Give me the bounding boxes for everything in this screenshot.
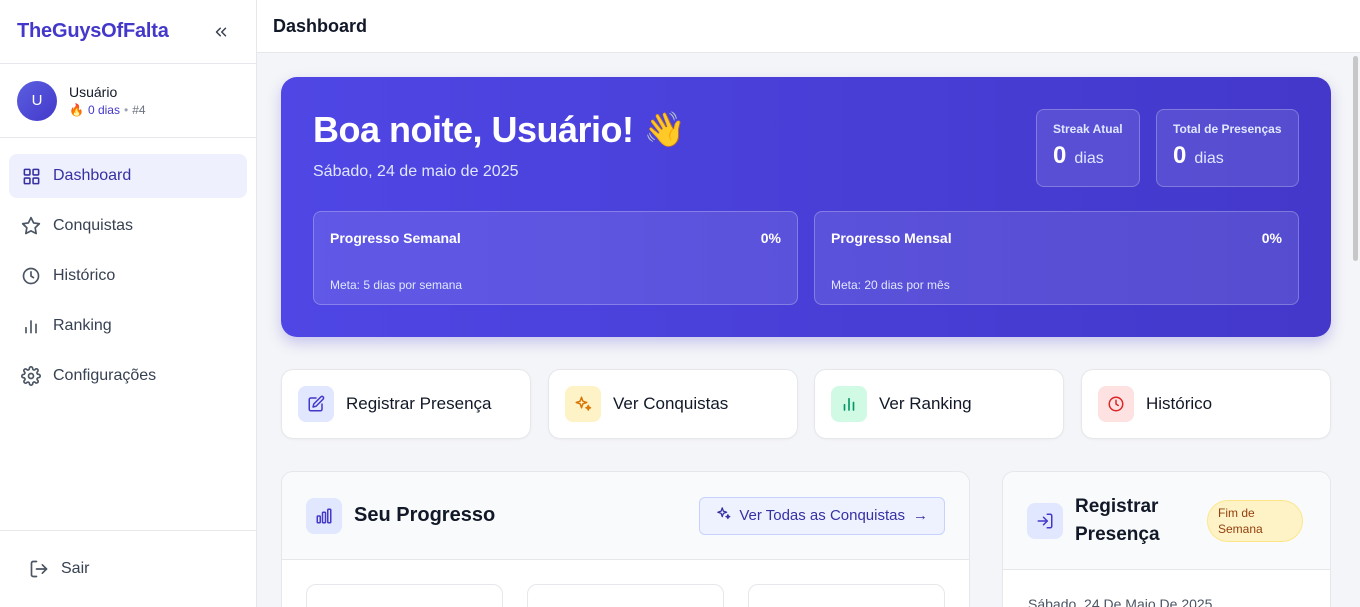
sparkles-icon	[716, 506, 731, 525]
progress-stat-card	[748, 584, 945, 607]
user-streak: 0 dias	[87, 103, 120, 117]
topbar: Dashboard	[257, 0, 1360, 53]
logout-button[interactable]: Sair	[0, 530, 256, 607]
stat-unit: dias	[1194, 150, 1224, 167]
progress-section: Seu Progresso Ver Todas as Conquistas →	[281, 471, 970, 607]
register-presence-action[interactable]: Registrar Presença	[281, 369, 531, 439]
sidebar-item-configuracoes[interactable]: Configurações	[9, 354, 247, 398]
logout-icon	[29, 559, 49, 579]
progress-percent: 0%	[760, 230, 781, 246]
gear-icon	[21, 366, 41, 386]
sidebar-item-conquistas[interactable]: Conquistas	[9, 204, 247, 248]
stat-label: Streak Atual	[1053, 122, 1123, 136]
progress-bar	[330, 256, 781, 260]
scrollbar-thumb[interactable]	[1353, 56, 1358, 261]
user-name: Usuário	[69, 84, 118, 100]
action-label: Ver Ranking	[879, 394, 972, 413]
action-label: Histórico	[1146, 394, 1213, 413]
progress-bar	[831, 256, 1282, 260]
brand-row: TheGuysOfFalta	[0, 0, 256, 64]
progress-section-header: Seu Progresso Ver Todas as Conquistas →	[282, 472, 969, 560]
view-achievements-action[interactable]: Ver Conquistas	[548, 369, 798, 439]
stat-unit: dias	[1074, 150, 1104, 167]
clock-icon	[21, 266, 41, 286]
weekend-badge: Fim de Semana	[1207, 499, 1303, 542]
bar-chart-icon	[831, 386, 867, 422]
view-ranking-action[interactable]: Ver Ranking	[814, 369, 1064, 439]
progress-meta: Meta: 5 dias por semana	[330, 278, 463, 292]
progress-stat-card	[527, 584, 724, 607]
user-profile[interactable]: U Usuário 🔥 0 dias • #4	[0, 64, 256, 138]
weekly-progress-card: Progresso Semanal 0% Meta: 5 dias por se…	[313, 211, 798, 305]
stat-value: 0	[1173, 142, 1187, 169]
bar-chart-icon	[306, 497, 342, 534]
user-meta: 🔥 0 dias • #4	[69, 103, 146, 117]
button-label: Ver Todas as Conquistas	[739, 507, 905, 524]
brand-logo[interactable]: TheGuysOfFalta	[17, 20, 169, 43]
progress-meta: Meta: 20 dias por mês	[831, 278, 950, 292]
collapse-sidebar-icon[interactable]	[210, 21, 232, 43]
section-title: Registrar Presença	[1075, 495, 1160, 545]
register-presence-section: Registrar Presença Fim de Semana Sábado,…	[1002, 471, 1331, 607]
star-icon	[21, 216, 41, 236]
avatar: U	[17, 80, 57, 121]
sidebar-item-label: Configurações	[53, 367, 157, 384]
fire-icon: 🔥	[69, 103, 84, 117]
grid-icon	[21, 166, 41, 186]
arrow-right-icon: →	[913, 507, 928, 524]
progress-label: Progresso Mensal	[831, 230, 952, 246]
sidebar: TheGuysOfFalta U Usuário 🔥 0 dias • #4 D…	[0, 0, 257, 607]
action-label: Registrar Presença	[346, 394, 492, 413]
separator-dot: •	[123, 103, 129, 117]
view-all-achievements-button[interactable]: Ver Todas as Conquistas →	[699, 496, 945, 535]
progress-label: Progresso Semanal	[330, 230, 461, 246]
current-date: Sábado, 24 de maio de 2025	[313, 163, 519, 180]
sidebar-item-historico[interactable]: Histórico	[9, 254, 247, 298]
section-title: Seu Progresso	[354, 504, 496, 526]
waving-hand-icon: 👋	[643, 111, 686, 149]
sidebar-item-label: Conquistas	[53, 217, 134, 234]
user-rank: #4	[132, 103, 146, 117]
streak-stat: Streak Atual 0 dias	[1036, 109, 1140, 187]
page-title: Dashboard	[273, 15, 368, 36]
sidebar-item-dashboard[interactable]: Dashboard	[9, 154, 247, 198]
monthly-progress-card: Progresso Mensal 0% Meta: 20 dias por mê…	[814, 211, 1299, 305]
bar-chart-icon	[21, 316, 41, 336]
progress-percent: 0%	[1261, 230, 1282, 246]
register-date: Sábado, 24 De Maio De 2025	[1028, 596, 1213, 607]
login-icon	[1027, 502, 1063, 539]
greeting-text: Boa noite, Usuário!	[313, 109, 634, 150]
history-action[interactable]: Histórico	[1081, 369, 1331, 439]
progress-stat-card	[306, 584, 503, 607]
register-section-header: Registrar Presença Fim de Semana	[1003, 472, 1330, 570]
sidebar-item-label: Ranking	[53, 317, 112, 334]
edit-icon	[298, 386, 334, 422]
sidebar-item-ranking[interactable]: Ranking	[9, 304, 247, 348]
sidebar-item-label: Dashboard	[53, 167, 132, 184]
clock-icon	[1098, 386, 1134, 422]
greeting: Boa noite, Usuário! 👋	[313, 109, 686, 151]
total-presences-stat: Total de Presenças 0 dias	[1156, 109, 1299, 187]
stat-label: Total de Presenças	[1173, 122, 1282, 136]
sparkles-icon	[565, 386, 601, 422]
sidebar-item-label: Histórico	[53, 267, 116, 284]
logout-label: Sair	[61, 560, 90, 577]
action-label: Ver Conquistas	[613, 394, 729, 413]
welcome-banner: Boa noite, Usuário! 👋 Sábado, 24 de maio…	[281, 77, 1331, 337]
sidebar-nav: Dashboard Conquistas Histórico Ranking C…	[0, 138, 256, 420]
stat-value: 0	[1053, 142, 1067, 169]
